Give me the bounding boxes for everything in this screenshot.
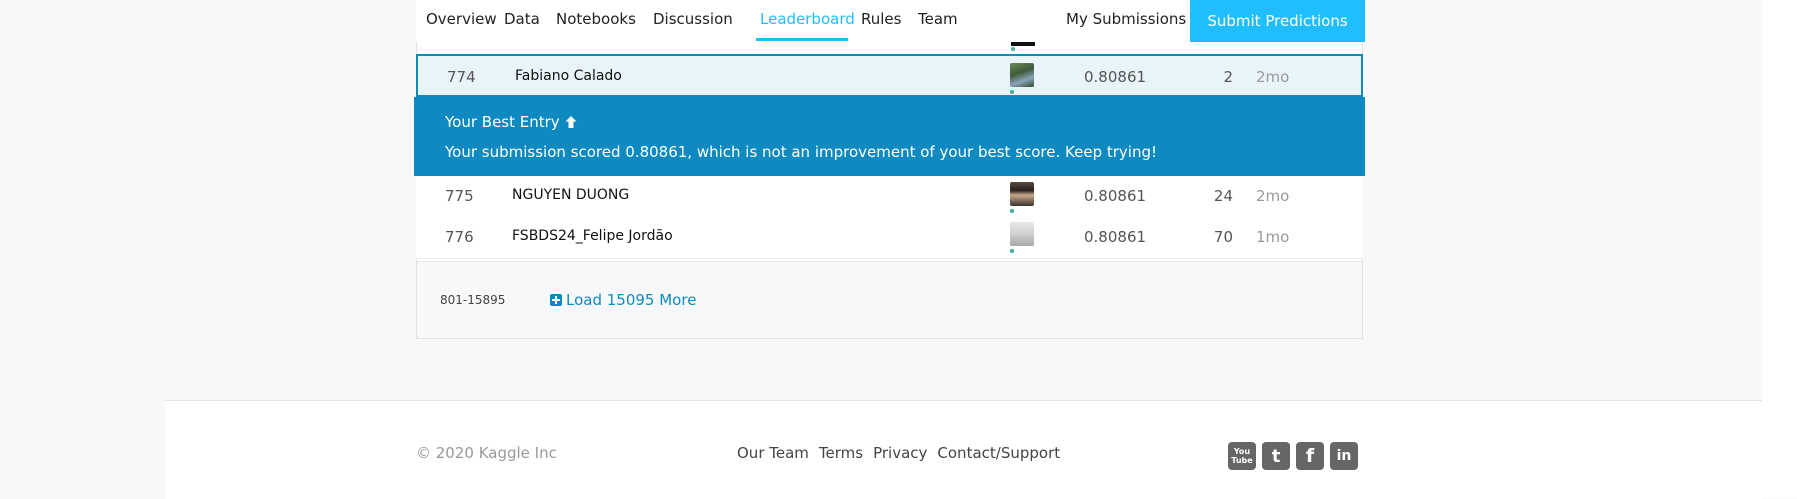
leaderboard-pagination: 801-15895 Load 15095 More <box>416 261 1363 339</box>
copyright-text: © 2020 Kaggle Inc <box>416 444 557 462</box>
avatar[interactable] <box>1010 63 1034 87</box>
row-last-submission: 2mo <box>1256 187 1290 205</box>
row-rank: 775 <box>445 187 474 205</box>
avatar[interactable] <box>1010 182 1034 206</box>
row-rank: 774 <box>447 68 476 86</box>
avatar-status-dot <box>1010 209 1014 213</box>
footer-link-privacy[interactable]: Privacy <box>873 444 927 462</box>
plus-square-icon <box>550 294 562 306</box>
row-score: 0.80861 <box>1084 228 1147 246</box>
row-entries: 2 <box>1223 68 1233 86</box>
best-entry-panel: Your Best Entry Your submission scored 0… <box>414 97 1365 176</box>
row-last-submission: 2mo <box>1256 68 1290 86</box>
table-row[interactable]: 776 FSBDS24_Felipe Jordão 0.80861 70 1mo <box>416 217 1363 259</box>
row-team-name[interactable]: FSBDS24_Felipe Jordão <box>512 228 673 244</box>
tab-leaderboard[interactable]: Leaderboard <box>760 10 855 28</box>
hidden-range-label: 801-15895 <box>440 293 506 307</box>
row-rank: 776 <box>445 228 474 246</box>
footer-links: Our Team Terms Privacy Contact/Support <box>737 444 1070 462</box>
row-entries: 70 <box>1213 228 1233 246</box>
row-entries: 24 <box>1213 187 1233 205</box>
row-team-name[interactable]: Fabiano Calado <box>515 68 622 84</box>
competition-nav: Overview Data Notebooks Discussion Leade… <box>416 0 1365 43</box>
row-last-submission: 1mo <box>1256 228 1290 246</box>
tab-rules[interactable]: Rules <box>861 10 901 28</box>
best-entry-message: Your submission scored 0.80861, which is… <box>445 143 1158 161</box>
site-footer: © 2020 Kaggle Inc Our Team Terms Privacy… <box>165 400 1762 499</box>
load-more-label: Load 15095 More <box>566 291 697 309</box>
twitter-icon[interactable]: t <box>1262 442 1290 470</box>
right-edge-strip <box>1762 0 1797 498</box>
tab-data[interactable]: Data <box>504 10 540 28</box>
footer-link-contact-support[interactable]: Contact/Support <box>937 444 1060 462</box>
linkedin-icon[interactable]: in <box>1330 442 1358 470</box>
previous-row-avatar <box>1011 42 1035 46</box>
row-team-name[interactable]: NGUYEN DUONG <box>512 187 629 203</box>
tab-discussion[interactable]: Discussion <box>653 10 733 28</box>
my-submissions-link[interactable]: My Submissions <box>1066 10 1186 28</box>
row-score: 0.80861 <box>1084 187 1147 205</box>
best-entry-title-text: Your Best Entry <box>445 113 560 131</box>
avatar-status-dot <box>1010 90 1014 94</box>
table-row[interactable]: 775 NGUYEN DUONG 0.80861 24 2mo <box>416 176 1363 218</box>
facebook-icon[interactable]: f <box>1296 442 1324 470</box>
tab-notebooks[interactable]: Notebooks <box>556 10 636 28</box>
footer-link-terms[interactable]: Terms <box>819 444 863 462</box>
tab-team[interactable]: Team <box>918 10 958 28</box>
social-links: You Tube t f in <box>1228 442 1364 470</box>
load-more-button[interactable]: Load 15095 More <box>550 291 696 309</box>
tab-overview[interactable]: Overview <box>426 10 497 28</box>
avatar[interactable] <box>1010 222 1034 246</box>
table-row-mine[interactable]: 774 Fabiano Calado 0.80861 2 2mo <box>416 54 1363 97</box>
youtube-icon[interactable]: You Tube <box>1228 442 1256 470</box>
submit-predictions-button[interactable]: Submit Predictions <box>1190 0 1365 42</box>
best-entry-title: Your Best Entry <box>445 113 578 131</box>
active-tab-underline <box>756 38 848 41</box>
row-score: 0.80861 <box>1084 68 1147 86</box>
avatar-status-dot <box>1010 249 1014 253</box>
footer-link-our-team[interactable]: Our Team <box>737 444 809 462</box>
previous-row-avatar-dot <box>1011 47 1015 51</box>
arrow-up-icon <box>565 116 577 128</box>
